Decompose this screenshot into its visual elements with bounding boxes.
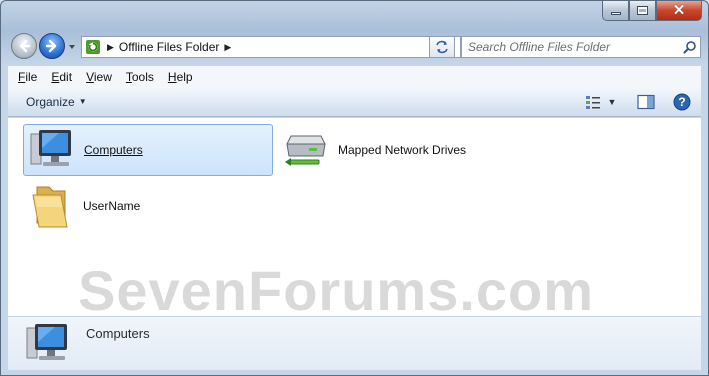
menu-label: ile bbox=[25, 69, 38, 84]
preview-pane-button[interactable] bbox=[635, 91, 657, 113]
minimize-icon bbox=[610, 12, 621, 15]
details-title: Computers bbox=[86, 326, 150, 341]
help-button[interactable]: ? bbox=[671, 91, 693, 113]
menu-bar: File Edit View Tools Help bbox=[8, 66, 701, 87]
command-bar-right: ▼ ? bbox=[577, 91, 693, 113]
forward-button[interactable] bbox=[39, 33, 65, 59]
preview-pane-icon bbox=[637, 94, 655, 110]
close-button[interactable]: ✕ bbox=[656, 1, 702, 21]
item-mapped-network-drives[interactable]: Mapped Network Drives bbox=[280, 124, 540, 176]
item-label: UserName bbox=[83, 199, 141, 213]
back-arrow-icon bbox=[19, 39, 31, 53]
help-icon: ? bbox=[673, 93, 691, 111]
menu-file[interactable]: File bbox=[18, 70, 37, 84]
item-label: Computers bbox=[84, 143, 143, 157]
menu-label: dit bbox=[59, 69, 73, 84]
item-username[interactable]: UserName bbox=[23, 180, 273, 232]
item-label: Mapped Network Drives bbox=[338, 143, 467, 157]
svg-text:?: ? bbox=[678, 95, 685, 109]
chevron-down-icon: ▼ bbox=[607, 97, 617, 107]
computer-icon bbox=[26, 324, 67, 360]
close-icon: ✕ bbox=[672, 2, 686, 19]
menu-label: iew bbox=[93, 69, 112, 84]
back-button[interactable] bbox=[11, 33, 37, 59]
minimize-button[interactable] bbox=[602, 1, 629, 21]
item-computers[interactable]: Computers bbox=[23, 124, 273, 176]
address-chevron[interactable]: ▶ bbox=[224, 42, 231, 53]
address-bar[interactable]: ▶ Offline Files Folder ▶ ▼ bbox=[81, 36, 461, 58]
menu-help[interactable]: Help bbox=[168, 70, 193, 84]
search-input[interactable] bbox=[462, 38, 680, 56]
recent-pages-dropdown[interactable] bbox=[67, 42, 77, 52]
computer-icon bbox=[28, 126, 76, 174]
menu-label: elp bbox=[176, 69, 193, 84]
view-options-icon bbox=[586, 96, 600, 109]
caption-buttons: ✕ bbox=[602, 1, 702, 21]
folder-icon bbox=[27, 182, 75, 230]
menu-tools[interactable]: Tools bbox=[126, 70, 154, 84]
menu-accelerator: V bbox=[86, 69, 94, 84]
refresh-button[interactable] bbox=[429, 36, 455, 58]
explorer-window: ✕ ▶ Offline Files Folder ▶ ▼ bbox=[0, 0, 709, 376]
change-view-button[interactable] bbox=[583, 91, 605, 113]
address-chevron[interactable]: ▶ bbox=[107, 42, 114, 53]
maximize-icon bbox=[637, 6, 648, 15]
network-drive-icon bbox=[282, 126, 330, 174]
navigation-bar: ▶ Offline Files Folder ▶ ▼ bbox=[9, 29, 701, 63]
file-list: Computers Mapped Network Drives UserName… bbox=[8, 118, 701, 316]
menu-label: ools bbox=[131, 69, 154, 84]
menu-accelerator: H bbox=[167, 69, 177, 84]
search-box[interactable] bbox=[461, 36, 701, 58]
menu-edit[interactable]: Edit bbox=[51, 70, 72, 84]
organize-label: Organize bbox=[26, 94, 75, 109]
command-bar: Organize ▼ ▼ ? bbox=[8, 87, 701, 117]
search-button[interactable] bbox=[680, 37, 700, 57]
offline-files-icon bbox=[86, 40, 100, 54]
watermark-text: SevenForums.com bbox=[78, 259, 595, 316]
address-path-segment[interactable]: Offline Files Folder bbox=[119, 40, 219, 54]
menu-view[interactable]: View bbox=[86, 70, 112, 84]
details-pane: Computers bbox=[8, 316, 701, 370]
chevron-down-icon: ▼ bbox=[78, 97, 87, 106]
organize-button[interactable]: Organize ▼ bbox=[26, 95, 87, 109]
view-dropdown-button[interactable]: ▼ bbox=[605, 91, 619, 113]
maximize-button[interactable] bbox=[629, 1, 656, 21]
forward-arrow-icon bbox=[45, 39, 57, 53]
search-icon bbox=[683, 41, 696, 54]
refresh-icon bbox=[436, 40, 448, 54]
